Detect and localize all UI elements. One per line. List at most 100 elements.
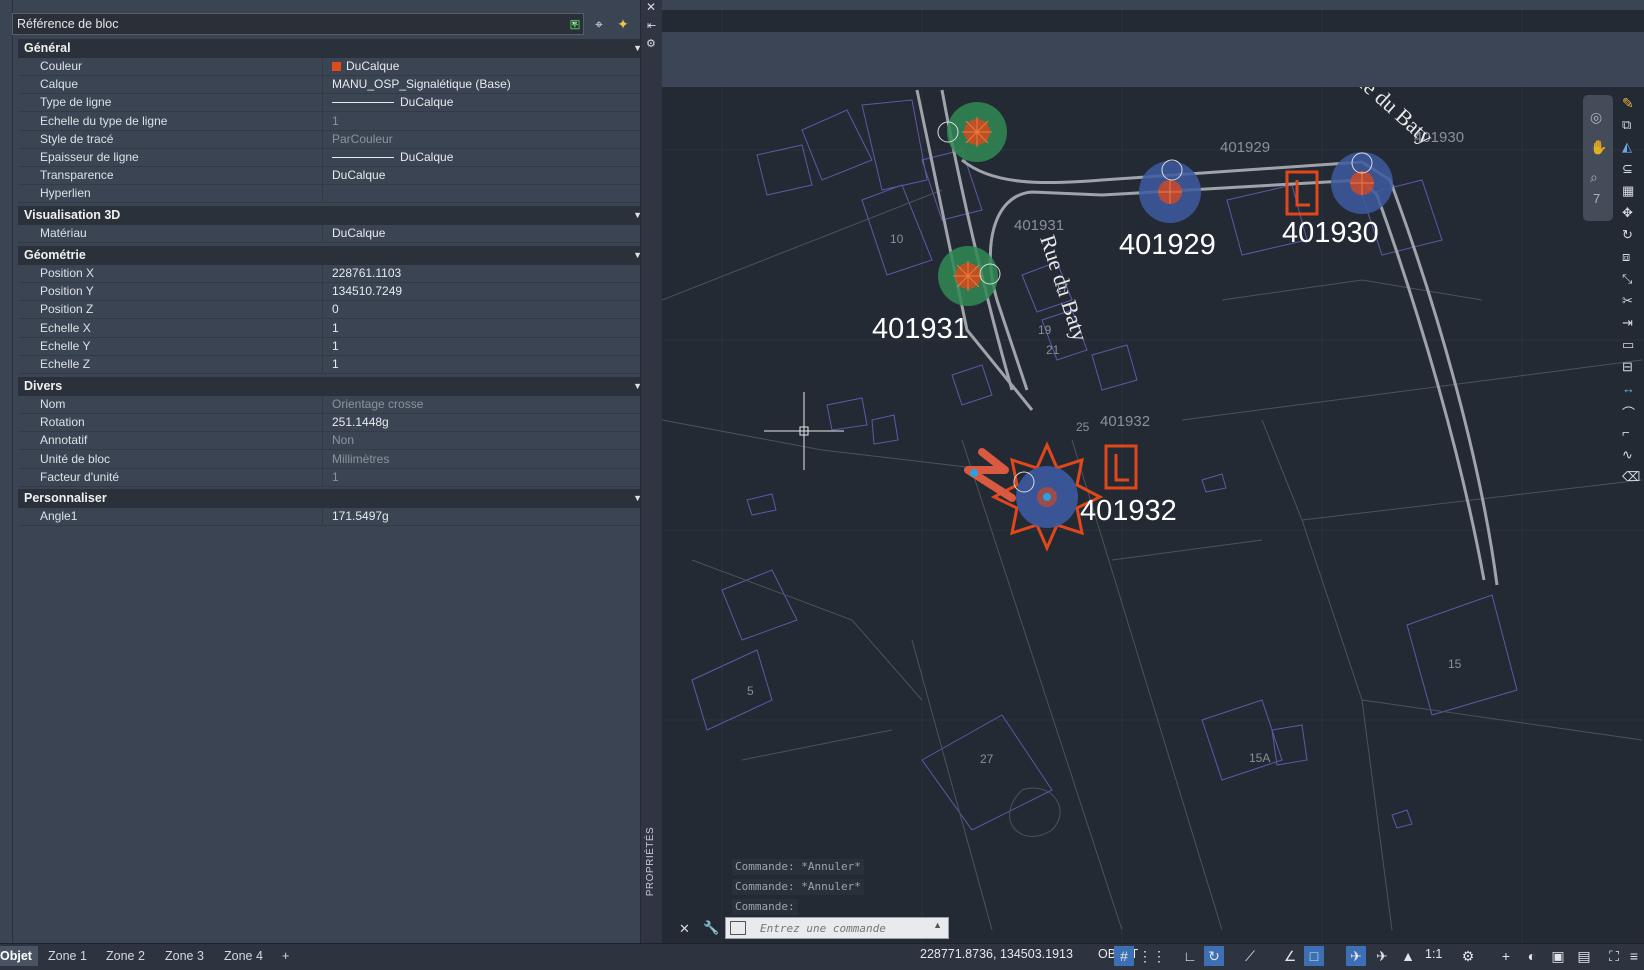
polar-tracking-icon[interactable]: ↻	[1204, 946, 1224, 966]
isolate-objects-icon[interactable]: ◐	[1522, 946, 1542, 966]
autohide-icon[interactable]: ⇤	[647, 19, 656, 32]
steering-wheel-icon[interactable]: ◎	[1590, 109, 1602, 126]
property-value[interactable]: 228761.1103	[324, 265, 644, 282]
property-value[interactable]: 251.1448g	[324, 414, 644, 431]
property-value[interactable]: 171.5497g	[324, 508, 644, 525]
gear-icon[interactable]: ⚙	[1458, 946, 1478, 966]
tab-zone-1[interactable]: Zone 1	[38, 946, 97, 966]
property-value[interactable]: Orientage crosse	[324, 396, 644, 413]
property-row[interactable]: Rotation 251.1448g	[18, 414, 652, 433]
property-value[interactable]: MANU_OSP_Signalétique (Base)	[324, 76, 644, 93]
section-header[interactable]: Personnaliser ▼	[18, 489, 652, 508]
add-layout-button[interactable]: +	[272, 946, 299, 966]
property-row[interactable]: Epaisseur de ligne DuCalque	[18, 149, 652, 167]
property-row[interactable]: Position Z 0	[18, 301, 652, 320]
property-row[interactable]: Position X 228761.1103	[18, 265, 652, 283]
section-header[interactable]: Divers ▼	[18, 377, 652, 396]
section-header[interactable]: Général ▼	[18, 39, 652, 58]
array-icon[interactable]: ▦	[1622, 183, 1634, 199]
property-row[interactable]: Calque MANU_OSP_Signalétique (Base)	[18, 76, 652, 95]
select-objects-icon[interactable]: ⌖	[589, 14, 609, 34]
plus-icon[interactable]: +	[1496, 946, 1516, 966]
property-row[interactable]: Style de tracé ParCouleur	[18, 130, 652, 149]
stretch-icon[interactable]: ⤡	[1622, 271, 1632, 287]
customize-icon[interactable]: ≡	[1624, 946, 1644, 966]
property-value[interactable]: DuCalque	[324, 225, 644, 242]
object-snap-icon[interactable]: □	[1304, 946, 1324, 966]
property-row[interactable]: Unité de bloc Millimètres	[18, 450, 652, 469]
pan-icon[interactable]: ✋	[1590, 139, 1607, 156]
extend-icon[interactable]: ⇥	[1622, 315, 1633, 331]
property-row[interactable]: Position Y 134510.7249	[18, 283, 652, 302]
property-value[interactable]: DuCalque	[324, 94, 644, 111]
property-value[interactable]	[324, 185, 644, 202]
snap-icon[interactable]: ⋮⋮	[1138, 946, 1166, 966]
clean-screen-icon[interactable]: ▤	[1574, 946, 1594, 966]
close-icon[interactable]: ✕	[646, 0, 656, 14]
zoom-icon[interactable]: ⌕	[1590, 169, 1598, 186]
property-row[interactable]: Facteur d'unité 1	[18, 468, 652, 487]
tab-zone-2[interactable]: Zone 2	[96, 946, 155, 966]
erase-icon[interactable]: ⌫	[1622, 469, 1640, 485]
property-value[interactable]: DuCalque	[324, 167, 644, 184]
object-snap-tracking-icon[interactable]: ∠	[1280, 946, 1300, 966]
command-prompt-icon[interactable]	[730, 921, 746, 935]
cursor-coordinates[interactable]: 228771.8736, 134503.1913	[920, 947, 1073, 961]
property-value[interactable]: Millimètres	[324, 451, 644, 468]
annotation-visibility-icon[interactable]: ✈	[1346, 946, 1366, 966]
command-line[interactable]: ▲	[725, 917, 949, 939]
tab-zone-4[interactable]: Zone 4	[214, 946, 273, 966]
offset-icon[interactable]: ⊆	[1622, 161, 1633, 177]
property-row[interactable]: Hyperlien	[18, 185, 652, 204]
property-row[interactable]: Couleur DuCalque	[18, 58, 652, 76]
property-value[interactable]: DuCalque	[324, 58, 644, 75]
toggle-pickadd-icon[interactable]: ⊞	[565, 14, 585, 34]
annotation-scale-value[interactable]: 1:1	[1425, 947, 1442, 961]
fillet-icon[interactable]: ⌒	[1622, 403, 1635, 422]
properties-menu-icon[interactable]: ⚙	[646, 37, 656, 50]
scale-icon[interactable]: ⧈	[1622, 249, 1630, 265]
wrench-icon[interactable]: 🔧	[703, 920, 719, 936]
quick-select-icon[interactable]: ✦	[613, 14, 633, 34]
section-header[interactable]: Géométrie ▼	[18, 246, 652, 265]
property-value[interactable]: 1	[324, 320, 644, 337]
property-value[interactable]: 1	[324, 356, 644, 373]
explode-icon[interactable]: ↔	[1622, 381, 1635, 396]
property-value[interactable]: 134510.7249	[324, 283, 644, 300]
property-row[interactable]: Type de ligne DuCalque	[18, 94, 652, 113]
rotate-icon[interactable]: ↻	[1622, 227, 1633, 243]
object-type-selector[interactable]: Référence de bloc ▼	[12, 13, 584, 35]
chamfer-icon[interactable]: ⌐	[1622, 425, 1630, 440]
property-row[interactable]: Echelle X 1	[18, 319, 652, 338]
property-row[interactable]: Echelle Z 1	[18, 356, 652, 374]
property-row[interactable]: Angle1 171.5497g	[18, 508, 652, 526]
annotation-scale-icon[interactable]: ▲	[1398, 946, 1418, 966]
auto-scale-icon[interactable]: ✈	[1372, 946, 1392, 966]
ortho-icon[interactable]: ∟	[1180, 946, 1200, 966]
break-icon[interactable]: ▭	[1622, 337, 1634, 353]
copy-icon[interactable]: ⧉	[1622, 117, 1631, 133]
hardware-acceleration-icon[interactable]: ▣	[1548, 946, 1568, 966]
property-row[interactable]: Matériau DuCalque	[18, 225, 652, 243]
tab-zone-3[interactable]: Zone 3	[155, 946, 214, 966]
property-row[interactable]: Nom Orientage crosse	[18, 396, 652, 414]
isodraft-icon[interactable]: ⟋	[1240, 946, 1260, 966]
close-command-line-icon[interactable]: ✕	[679, 921, 690, 937]
grid-icon[interactable]: #	[1114, 946, 1134, 966]
fullscreen-icon[interactable]: ⛶	[1604, 946, 1624, 966]
property-value[interactable]: DuCalque	[324, 149, 644, 166]
property-row[interactable]: Echelle Y 1	[18, 337, 652, 356]
property-value[interactable]: ParCouleur	[324, 131, 644, 148]
property-value[interactable]: 1	[324, 113, 644, 130]
blend-icon[interactable]: ∿	[1622, 447, 1633, 463]
section-header[interactable]: Visualisation 3D ▼	[18, 206, 652, 225]
pencil-icon[interactable]: ✎	[1622, 95, 1634, 112]
property-value[interactable]: 1	[324, 469, 644, 486]
mirror-icon[interactable]: ◭	[1622, 139, 1632, 155]
property-row[interactable]: Echelle du type de ligne 1	[18, 112, 652, 131]
property-value[interactable]: 0	[324, 301, 644, 318]
move-icon[interactable]: ✥	[1622, 205, 1633, 221]
command-input[interactable]	[760, 920, 930, 936]
property-value[interactable]: Non	[324, 432, 644, 449]
join-icon[interactable]: ⊟	[1622, 359, 1633, 375]
